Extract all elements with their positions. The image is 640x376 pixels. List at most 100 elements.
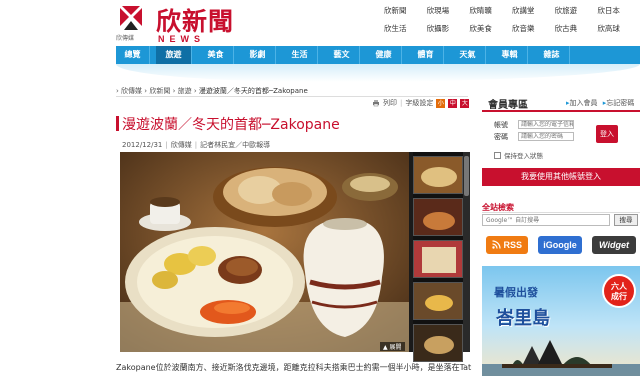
logo-news-label: NEWS (158, 34, 205, 44)
nav-item-sports[interactable]: 體育 (408, 46, 444, 64)
ad-badge: 六人 成行 (602, 274, 636, 308)
site-header: 欣新聞 欣傳媒 NEWS 欣新聞 欣現場 欣睛曠 欣講堂 欣旅遊 欣日本 欣生活… (0, 0, 640, 46)
thumbnail-image (414, 199, 462, 235)
password-input[interactable] (518, 132, 574, 141)
rss-icon (492, 240, 501, 249)
breadcrumb-sep: › (193, 87, 197, 95)
logo-wordmark[interactable]: 欣新聞 (156, 2, 234, 38)
article-tools: 列印 | 字級設定 小 中 大 (372, 98, 470, 108)
login-box: 帳號 密碼 登入 保持登入狀態 我要使用其他帳號登入 (482, 110, 640, 190)
top-link[interactable]: 欣日本 (597, 6, 640, 15)
print-link[interactable]: 列印 (383, 98, 397, 108)
breadcrumb: › 欣傳媒 › 欣新聞 › 旅遊 › 漫遊波蘭／冬天的首都─Zakopane (116, 86, 308, 96)
member-section-title: 會員專區 (488, 100, 528, 111)
forgot-password-link[interactable]: 忘記密碼 (606, 99, 634, 107)
article-meta: 2012/12/31 | 欣傳媒 | 記者林民宜／中歐報導 (122, 140, 270, 150)
thumbnail[interactable] (413, 324, 463, 362)
article-date: 2012/12/31 (122, 141, 163, 149)
logo-icon[interactable] (116, 4, 146, 34)
nav-item-entertainment[interactable]: 影劇 (240, 46, 276, 64)
igoogle-button[interactable]: iGoogle (538, 236, 582, 254)
breadcrumb-sep: › (116, 87, 119, 95)
temple-silhouette-icon (482, 340, 640, 376)
rss-button[interactable]: RSS (486, 236, 528, 254)
nav-item-weather[interactable]: 天氣 (450, 46, 486, 64)
top-link[interactable]: 欣講堂 (512, 6, 555, 15)
main-photo[interactable]: ▲ 展開 (120, 152, 409, 352)
nav-item-overview[interactable]: 總覽 (116, 46, 150, 64)
nav-item-arts[interactable]: 藝文 (324, 46, 360, 64)
thumbnail[interactable] (413, 156, 463, 194)
breadcrumb-item[interactable]: 欣新聞 (149, 87, 170, 95)
top-link[interactable]: 欣古典 (555, 24, 598, 33)
article-source: 欣傳媒 (170, 141, 192, 149)
search-button[interactable]: 搜尋 (614, 214, 638, 226)
thumbnail-strip (413, 152, 470, 362)
member-links: ▸加入會員 ▸忘記密碼 (566, 98, 634, 108)
ad-destination: 峇里島 (496, 308, 550, 329)
font-size-label: 字級設定 (405, 99, 434, 107)
title-accent-bar (116, 116, 119, 131)
article-author: 記者林民宜／中歐報導 (200, 141, 271, 149)
photo-gallery: ▲ 展開 (120, 152, 470, 362)
nav-item-magazine[interactable]: 雜誌 (534, 46, 570, 64)
font-size-large-button[interactable]: 大 (460, 98, 470, 108)
top-link[interactable]: 欣高球 (597, 24, 640, 33)
login-button[interactable]: 登入 (596, 125, 618, 143)
remember-checkbox[interactable] (494, 151, 501, 159)
top-link[interactable]: 欣音樂 (512, 24, 555, 33)
account-input[interactable] (518, 120, 574, 129)
ad-headline: 暑假出發 (494, 286, 538, 299)
thumbnail[interactable] (413, 198, 463, 236)
meta-sep: | (194, 141, 198, 149)
top-link[interactable]: 欣現場 (427, 6, 470, 15)
travel-ad-banner[interactable]: 暑假出發 峇里島 六人 成行 (482, 266, 640, 376)
thumbnail-image (414, 241, 462, 277)
widget-button[interactable]: Widget (592, 236, 636, 254)
nav-item-health[interactable]: 健康 (366, 46, 402, 64)
breadcrumb-current: 漫遊波蘭／冬天的首都─Zakopane (198, 87, 308, 95)
breadcrumb-item[interactable]: 欣傳媒 (121, 87, 142, 95)
top-link[interactable]: 欣生活 (384, 24, 427, 33)
breadcrumb-item[interactable]: 旅遊 (178, 87, 192, 95)
nav-item-life[interactable]: 生活 (282, 46, 318, 64)
article-body-text: Zakopane位於波蘭南方、接近斯洛伐克邊境，距離克拉科夫搭乘巴士約需一個半小… (116, 363, 472, 372)
top-link[interactable]: 欣睛曠 (469, 6, 512, 15)
nav-item-travel[interactable]: 旅遊 (156, 46, 192, 64)
search-input[interactable] (482, 214, 610, 226)
scrollbar-handle[interactable] (464, 156, 469, 196)
top-link[interactable]: 欣旅遊 (555, 6, 598, 15)
top-link[interactable]: 欣美食 (469, 24, 512, 33)
nav-decoration (116, 64, 640, 82)
search-divider (482, 212, 640, 213)
expand-caption-button[interactable]: ▲ 展開 (380, 342, 405, 351)
join-link[interactable]: 加入會員 (570, 99, 598, 107)
breadcrumb-sep: › (172, 87, 176, 95)
font-size-small-button[interactable]: 小 (436, 98, 446, 108)
main-nav: 總覽 旅遊 美食 影劇 生活 藝文 健康 體育 天氣 專輯 雜誌 (116, 46, 640, 64)
thumbnail[interactable] (413, 282, 463, 320)
ad-badge-line2: 成行 (611, 292, 627, 301)
thumbnail[interactable] (413, 240, 463, 278)
print-icon[interactable] (372, 99, 380, 107)
rss-label: RSS (503, 240, 523, 250)
thumbnail-image (414, 283, 462, 319)
thumbnail-scrollbar[interactable] (463, 152, 470, 352)
top-link[interactable]: 欣攝影 (427, 24, 470, 33)
article-title: 漫遊波蘭／冬天的首都─Zakopane (122, 117, 340, 133)
font-size-medium-button[interactable]: 中 (448, 98, 458, 108)
meta-sep: | (165, 141, 168, 149)
nav-item-features[interactable]: 專輯 (492, 46, 528, 64)
other-account-login-button[interactable]: 我要使用其他帳號登入 (482, 168, 640, 186)
food-photo-image (120, 152, 409, 352)
ad-badge-line1: 六人 (611, 282, 627, 291)
top-link[interactable]: 欣新聞 (384, 6, 427, 15)
thumbnail-image (414, 157, 462, 193)
breadcrumb-sep: › (144, 87, 148, 95)
tools-divider: | (400, 99, 403, 107)
top-links: 欣新聞 欣現場 欣睛曠 欣講堂 欣旅遊 欣日本 欣生活 欣攝影 欣美食 欣音樂 … (384, 6, 640, 33)
remember-label: 保持登入狀態 (504, 152, 543, 160)
logo-subtitle: 欣傳媒 (116, 35, 135, 42)
thumbnail-image (414, 325, 462, 361)
nav-item-food[interactable]: 美食 (198, 46, 234, 64)
